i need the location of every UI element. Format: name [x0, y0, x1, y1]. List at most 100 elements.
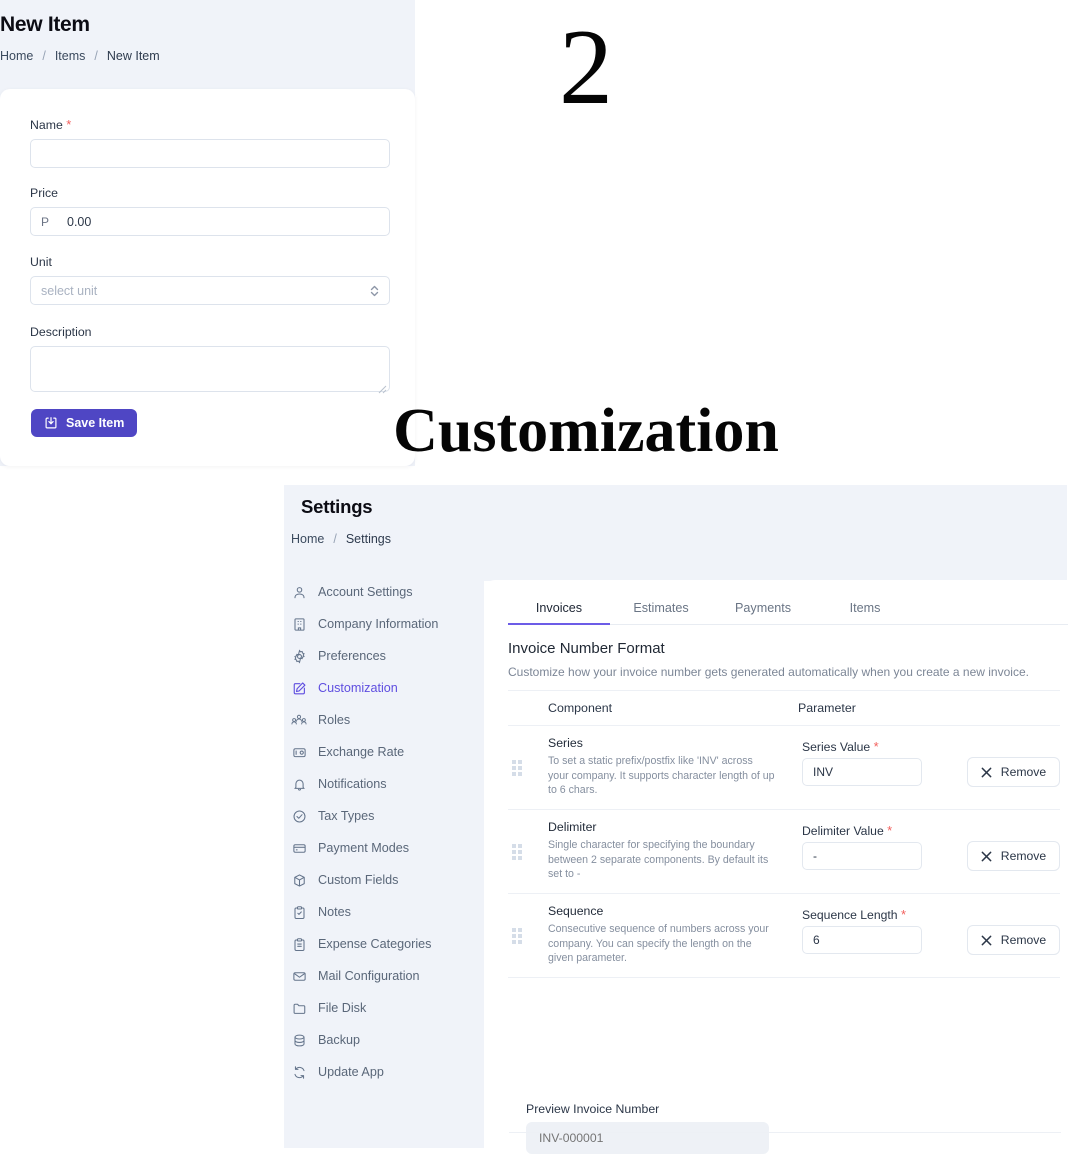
- sidebar-item-payment-modes[interactable]: Payment Modes: [291, 837, 409, 859]
- edit-square-icon: [291, 680, 307, 696]
- sidebar-item-tax-types[interactable]: Tax Types: [291, 805, 374, 827]
- param-label: Series Value *: [802, 739, 879, 754]
- clipboard-list-icon: [291, 936, 307, 952]
- series-value-input[interactable]: [802, 758, 922, 786]
- sidebar-label: Account Settings: [318, 585, 413, 599]
- sidebar-label: Expense Categories: [318, 937, 432, 951]
- column-header-parameter: Parameter: [798, 701, 856, 715]
- preview-invoice-number-input: [526, 1122, 769, 1154]
- price-input[interactable]: [30, 207, 390, 236]
- description-label: Description: [30, 325, 92, 339]
- drag-handle-icon[interactable]: [512, 927, 522, 944]
- required-asterisk: *: [900, 907, 907, 922]
- param-label: Sequence Length *: [802, 907, 907, 922]
- remove-label: Remove: [1000, 933, 1047, 947]
- unit-select[interactable]: [30, 276, 390, 305]
- sidebar-item-preferences[interactable]: Preferences: [291, 645, 386, 667]
- sidebar-item-update-app[interactable]: Update App: [291, 1061, 384, 1083]
- section-title: Invoice Number Format: [508, 640, 665, 657]
- required-asterisk: *: [887, 823, 893, 838]
- cube-icon: [291, 872, 307, 888]
- sidebar-item-customization[interactable]: Customization: [291, 677, 398, 699]
- component-row-delimiter: Delimiter Single character for specifyin…: [508, 810, 1060, 894]
- description-textarea[interactable]: [30, 346, 390, 392]
- sidebar-item-backup[interactable]: Backup: [291, 1029, 360, 1051]
- required-asterisk: *: [873, 739, 879, 754]
- drag-handle-icon[interactable]: [512, 759, 522, 776]
- name-field-group: Name *: [30, 117, 390, 168]
- settings-header: Settings Home / Settings: [284, 485, 1067, 581]
- gear-icon: [291, 648, 307, 664]
- settings-sidebar: Account Settings Company Information Pre…: [284, 581, 484, 1148]
- decor-heading: Customization: [393, 397, 779, 465]
- component-description: Single character for specifying the boun…: [548, 839, 769, 881]
- sidebar-label: Customization: [318, 681, 398, 695]
- sidebar-item-expense-categories[interactable]: Expense Categories: [291, 933, 431, 955]
- bell-icon: [291, 776, 307, 792]
- section-subtitle: Customize how your invoice number gets g…: [508, 665, 1029, 679]
- money-icon: [291, 744, 307, 760]
- mail-icon: [291, 968, 307, 984]
- tab-payments[interactable]: Payments: [712, 590, 814, 625]
- sidebar-label: Notifications: [318, 777, 387, 791]
- clipboard-check-icon: [291, 904, 307, 920]
- sidebar-item-file-disk[interactable]: File Disk: [291, 997, 366, 1019]
- sidebar-label: File Disk: [318, 1001, 367, 1015]
- breadcrumb-separator: /: [333, 532, 337, 546]
- sidebar-item-notes[interactable]: Notes: [291, 901, 351, 923]
- breadcrumb-home[interactable]: Home: [291, 532, 324, 546]
- sidebar-label: Update App: [318, 1065, 384, 1079]
- check-circle-icon: [291, 808, 307, 824]
- component-description: Consecutive sequence of numbers across y…: [548, 923, 769, 965]
- remove-label: Remove: [1000, 765, 1047, 779]
- remove-sequence-button[interactable]: Remove: [967, 925, 1060, 955]
- price-label: Price: [30, 186, 59, 200]
- column-header-component: Component: [548, 701, 613, 715]
- sidebar-item-roles[interactable]: Roles: [291, 709, 350, 731]
- sidebar-item-company-information[interactable]: Company Information: [291, 613, 438, 635]
- sidebar-label: Exchange Rate: [318, 745, 405, 759]
- unit-label: Unit: [30, 255, 52, 269]
- remove-series-button[interactable]: Remove: [967, 757, 1060, 787]
- component-row-series: Series To set a static prefix/postfix li…: [508, 726, 1060, 810]
- step-number: 2: [559, 8, 613, 127]
- sidebar-label: Mail Configuration: [318, 969, 420, 983]
- sidebar-item-account-settings[interactable]: Account Settings: [291, 581, 413, 603]
- sidebar-item-notifications[interactable]: Notifications: [291, 773, 387, 795]
- drag-handle-icon[interactable]: [512, 843, 522, 860]
- sidebar-item-exchange-rate[interactable]: Exchange Rate: [291, 741, 404, 763]
- component-name: Delimiter: [548, 820, 597, 834]
- screenshot-root: New Item Home / Items / New Item Name * …: [0, 0, 1084, 1168]
- breadcrumb-current: Settings: [345, 532, 391, 546]
- settings-breadcrumb: Home / Settings: [291, 532, 391, 546]
- name-input[interactable]: [30, 139, 390, 168]
- sidebar-label: Company Information: [318, 617, 439, 631]
- settings-tabs: Invoices Estimates Payments Items: [508, 590, 1068, 625]
- preview-invoice-number-label: Preview Invoice Number: [526, 1102, 660, 1116]
- tab-items[interactable]: Items: [814, 590, 916, 625]
- remove-label: Remove: [1000, 849, 1047, 863]
- sidebar-item-custom-fields[interactable]: Custom Fields: [291, 869, 398, 891]
- sequence-length-input[interactable]: [802, 926, 922, 954]
- refresh-icon: [291, 1064, 307, 1080]
- price-field-group: Price P: [30, 186, 390, 236]
- tab-estimates[interactable]: Estimates: [610, 590, 712, 625]
- remove-delimiter-button[interactable]: Remove: [967, 841, 1060, 871]
- component-name: Series: [548, 736, 583, 750]
- sidebar-label: Roles: [318, 713, 351, 727]
- sidebar-item-mail-configuration[interactable]: Mail Configuration: [291, 965, 420, 987]
- sidebar-label: Custom Fields: [318, 873, 399, 887]
- component-description: To set a static prefix/postfix like 'INV…: [548, 755, 775, 797]
- user-icon: [291, 584, 307, 600]
- building-icon: [291, 616, 307, 632]
- component-name: Sequence: [548, 904, 604, 918]
- bottom-divider: [509, 1132, 1061, 1133]
- component-row-sequence: Sequence Consecutive sequence of numbers…: [508, 894, 1060, 978]
- sidebar-label: Payment Modes: [318, 841, 409, 855]
- settings-content-card: Invoices Estimates Payments Items Invoic…: [484, 580, 1084, 1168]
- folder-icon: [291, 1000, 307, 1016]
- tab-invoices[interactable]: Invoices: [508, 590, 610, 625]
- settings-panel: Settings Home / Settings Account Setting…: [284, 485, 1084, 1168]
- delimiter-value-input[interactable]: [802, 842, 922, 870]
- credit-card-icon: [291, 840, 307, 856]
